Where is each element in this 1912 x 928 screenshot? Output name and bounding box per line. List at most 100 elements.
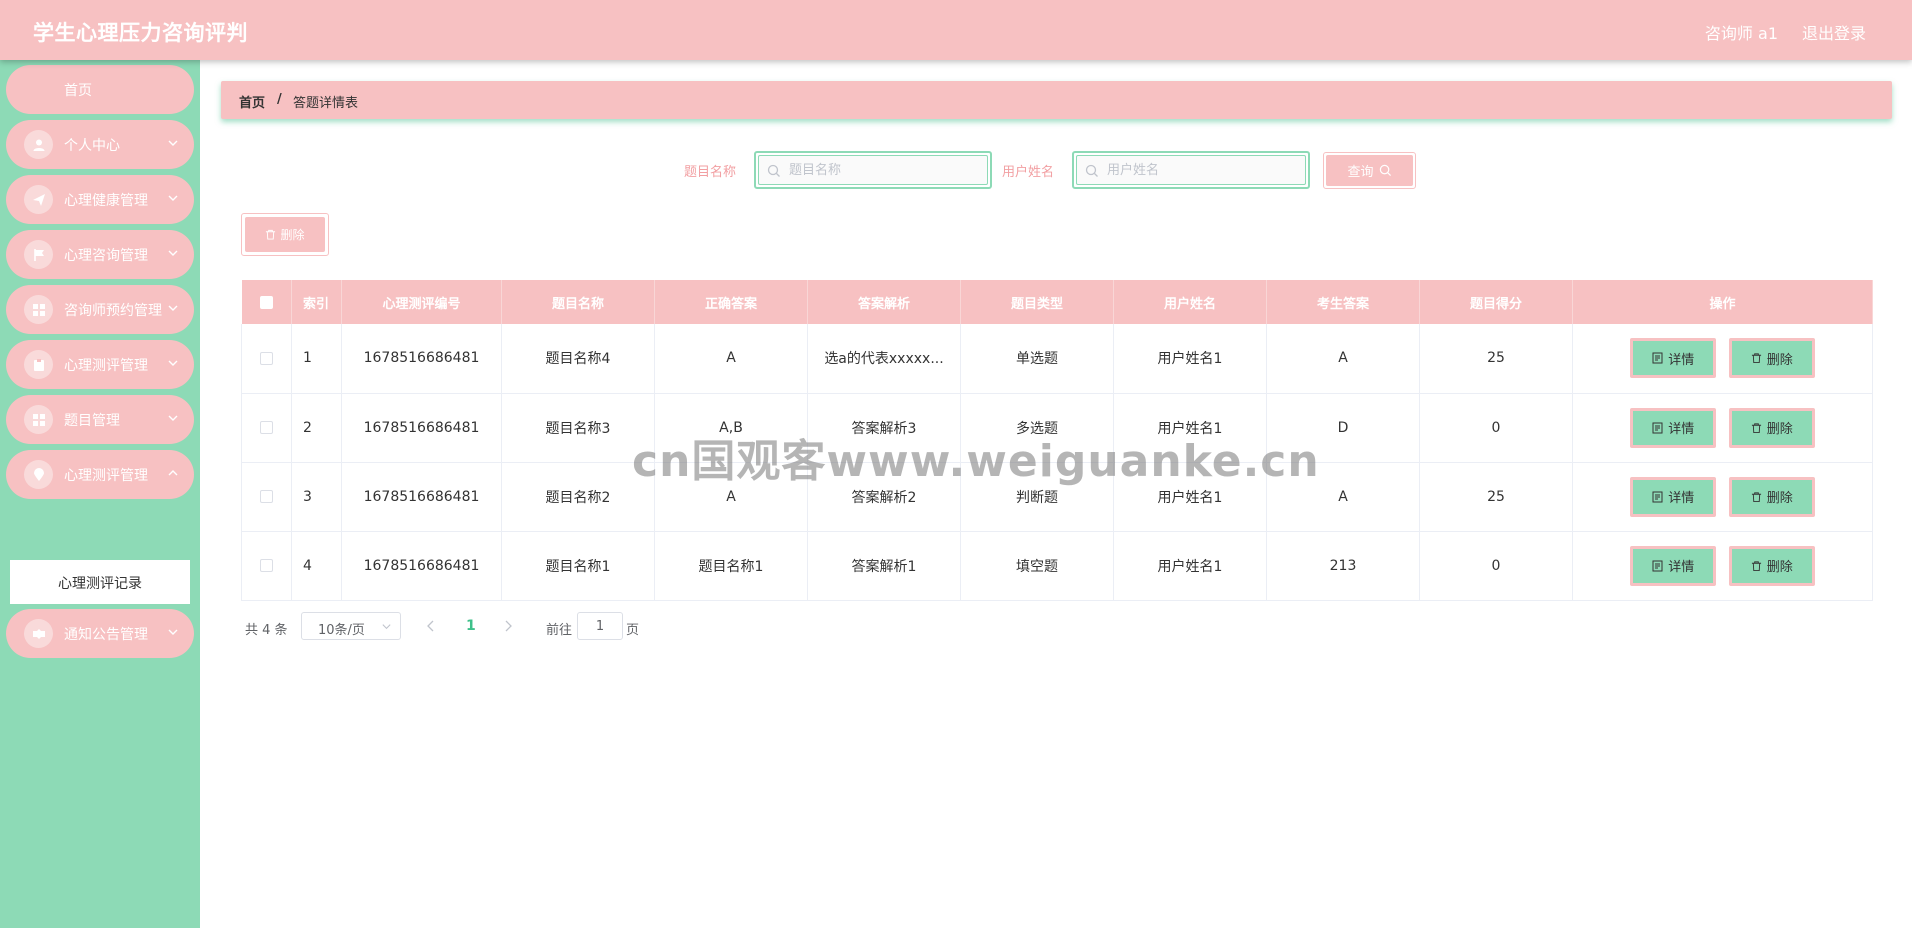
detail-button[interactable]: 详情 xyxy=(1630,476,1717,517)
sidebar-item-questions[interactable]: 题目管理 xyxy=(6,395,194,444)
pagination-total: 共 4 条 xyxy=(245,623,288,638)
row-select-cell xyxy=(241,324,292,394)
select-all-checkbox[interactable] xyxy=(259,295,273,309)
ticket-icon xyxy=(24,619,53,648)
document-icon xyxy=(1652,422,1663,433)
query-button[interactable]: 查询 xyxy=(1323,152,1416,189)
sidebar-item-assessment-2[interactable]: 心理测评管理 xyxy=(6,450,194,499)
delete-button[interactable]: 删除 xyxy=(1728,476,1815,517)
sidebar-subitem-assessment-records[interactable]: 心理测评记录 xyxy=(10,560,190,604)
table-cell: 1678516686481 xyxy=(341,462,502,532)
title-search-input[interactable] xyxy=(789,156,979,184)
column-header: 考生答案 xyxy=(1266,280,1420,324)
detail-button-label: 详情 xyxy=(1668,352,1695,368)
row-select-cell xyxy=(241,531,292,601)
table-cell: 1678516686481 xyxy=(341,393,502,463)
sidebar-item-mental-health[interactable]: 心理健康管理 xyxy=(6,175,194,224)
column-header: 用户姓名 xyxy=(1113,280,1267,324)
current-user: 咨询师 a1 xyxy=(1704,24,1778,43)
page-number[interactable]: 1 xyxy=(466,618,476,634)
table-cell: 0 xyxy=(1419,531,1573,601)
table-cell: 1678516686481 xyxy=(341,324,502,394)
bulk-delete-label: 删除 xyxy=(280,228,305,242)
document-icon xyxy=(1652,352,1663,364)
table-cell: 2 xyxy=(291,393,342,463)
delete-button-label: 删除 xyxy=(1766,491,1793,506)
row-checkbox[interactable] xyxy=(260,490,273,503)
chevron-down-icon xyxy=(168,140,178,146)
grid-icon xyxy=(24,295,53,324)
delete-button[interactable]: 删除 xyxy=(1728,545,1815,586)
search-icon xyxy=(1085,164,1098,177)
document-icon xyxy=(1652,491,1663,502)
row-select-cell xyxy=(241,462,292,532)
row-checkbox[interactable] xyxy=(260,421,273,434)
table-cell: 选a的代表xxxxx... xyxy=(807,324,961,394)
row-checkbox[interactable] xyxy=(260,351,273,365)
actions-cell: 详情 删除 xyxy=(1572,462,1873,532)
detail-button-label: 详情 xyxy=(1668,560,1695,575)
chevron-down-icon xyxy=(168,195,178,201)
sidebar-item-label: 心理测评管理 xyxy=(64,358,148,374)
table-cell: 用户姓名1 xyxy=(1113,531,1267,601)
table-cell: 1 xyxy=(291,324,342,394)
bulk-delete-button[interactable]: 删除 xyxy=(241,213,329,256)
sidebar-item-label: 个人中心 xyxy=(64,138,120,154)
chevron-down-icon xyxy=(382,624,391,630)
column-header: 索引 xyxy=(291,280,342,324)
flag-icon xyxy=(24,240,53,269)
top-header: 学生心理压力咨询评判 咨询师 a1 退出登录 xyxy=(0,0,1912,60)
chevron-down-icon xyxy=(168,360,178,366)
table-cell: A xyxy=(654,324,808,394)
logout-link[interactable]: 退出登录 xyxy=(1802,20,1866,44)
goto-page-input[interactable] xyxy=(577,612,623,640)
table-cell: 题目名称1 xyxy=(654,531,808,601)
sidebar-item-personal-center[interactable]: 个人中心 xyxy=(6,120,194,169)
sidebar-item-notices[interactable]: 通知公告管理 xyxy=(6,609,194,658)
row-checkbox[interactable] xyxy=(260,559,273,572)
sidebar-item-counseling[interactable]: 心理咨询管理 xyxy=(6,230,194,279)
delete-button[interactable]: 删除 xyxy=(1728,338,1815,379)
user-icon xyxy=(24,130,53,159)
sidebar-item-label: 心理健康管理 xyxy=(64,193,148,209)
column-header: 题目名称 xyxy=(501,280,655,324)
next-page-icon[interactable] xyxy=(502,619,514,633)
breadcrumb: 首页 / 答题详情表 xyxy=(221,81,1892,119)
delete-button-label: 删除 xyxy=(1766,352,1793,368)
detail-button[interactable]: 详情 xyxy=(1630,545,1717,586)
column-header: 题目类型 xyxy=(960,280,1114,324)
sidebar-subitem-label: 心理测评记录 xyxy=(58,576,142,592)
table-cell: 213 xyxy=(1266,531,1420,601)
table-row: 1 1678516686481 题目名称4 A 选a的代表xxxxx... 单选… xyxy=(241,324,1873,394)
detail-button[interactable]: 详情 xyxy=(1630,407,1717,448)
app-title: 学生心理压力咨询评判 xyxy=(33,21,248,45)
table-cell: 题目名称1 xyxy=(501,531,655,601)
chevron-down-icon xyxy=(168,629,178,635)
table-cell: 题目名称4 xyxy=(501,324,655,394)
column-header: 心理测评编号 xyxy=(341,280,502,324)
detail-button-label: 详情 xyxy=(1668,491,1695,506)
sidebar-item-home[interactable]: 首页 xyxy=(6,65,194,114)
chevron-down-icon xyxy=(168,415,178,421)
column-header: 正确答案 xyxy=(654,280,808,324)
table-row: 4 1678516686481 题目名称1 题目名称1 答案解析1 填空题 用户… xyxy=(241,531,1873,601)
detail-button[interactable]: 详情 xyxy=(1630,338,1717,379)
sidebar-item-label: 首页 xyxy=(64,83,92,99)
page-size-select[interactable]: 10条/页 xyxy=(301,612,401,640)
title-search-field xyxy=(754,151,992,189)
table-cell: A xyxy=(1266,324,1420,394)
user-search-input[interactable] xyxy=(1107,156,1297,184)
trash-icon xyxy=(1751,353,1761,364)
breadcrumb-home[interactable]: 首页 xyxy=(239,92,265,111)
select-all-cell[interactable] xyxy=(241,280,292,324)
actions-cell: 详情 删除 xyxy=(1572,393,1873,463)
row-select-cell xyxy=(241,393,292,463)
delete-button[interactable]: 删除 xyxy=(1728,407,1815,448)
table-cell: 0 xyxy=(1419,393,1573,463)
sidebar-item-appointments[interactable]: 咨询师预约管理 xyxy=(6,285,194,334)
table-cell: 用户姓名1 xyxy=(1113,324,1267,394)
prev-page-icon[interactable] xyxy=(425,619,437,633)
search-icon xyxy=(767,164,780,177)
sidebar-item-assessment[interactable]: 心理测评管理 xyxy=(6,340,194,389)
page-suffix: 页 xyxy=(626,623,640,638)
